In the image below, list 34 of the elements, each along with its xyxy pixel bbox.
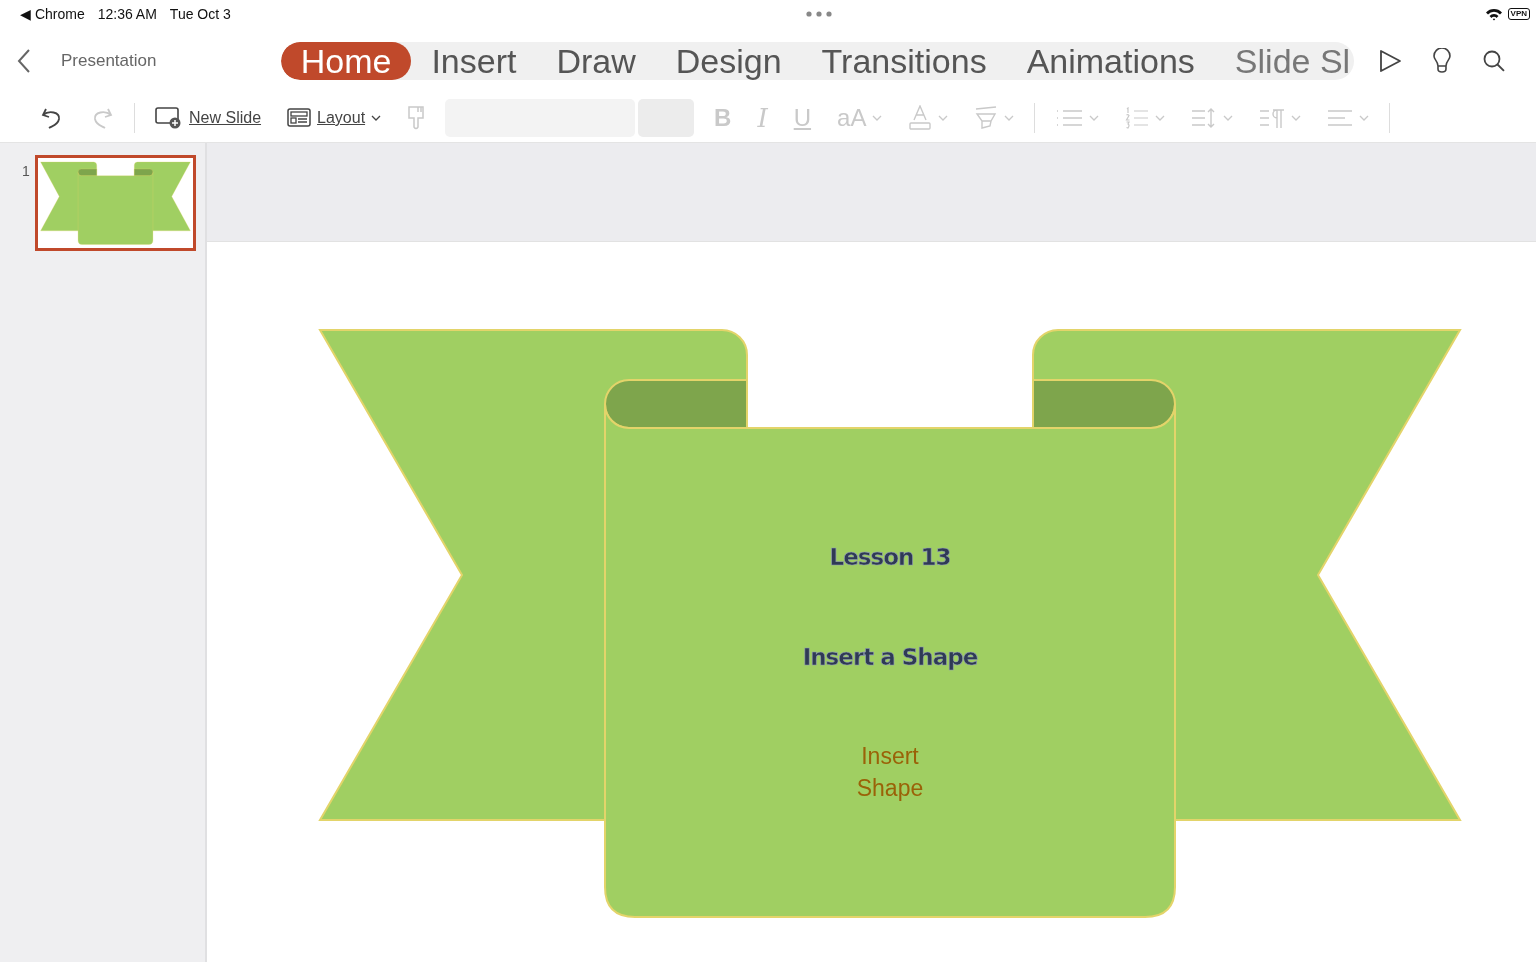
wifi-icon xyxy=(1484,7,1503,21)
lightbulb-icon[interactable] xyxy=(1432,48,1453,74)
slide-number: 1 xyxy=(22,163,30,179)
ribbon-tab[interactable]: Home xyxy=(280,42,412,80)
subtitle-text: Insert a Shape xyxy=(801,644,979,670)
align-left-icon xyxy=(1327,109,1354,127)
ribbon-tab[interactable]: Draw xyxy=(536,42,656,80)
layout-icon xyxy=(287,108,312,128)
more-icon[interactable] xyxy=(806,11,832,17)
status-date: Tue Oct 3 xyxy=(169,6,231,22)
status-time: 12:36 AM xyxy=(97,6,157,22)
new-slide-button[interactable]: New Slide xyxy=(149,103,268,133)
back-to-app-link[interactable]: ◀ Chrome xyxy=(20,6,85,22)
highlighter-icon xyxy=(974,105,999,131)
numbered-list-icon xyxy=(1125,107,1150,129)
new-slide-icon xyxy=(155,107,183,129)
ribbon-tab[interactable]: Transitions xyxy=(801,42,1007,80)
ribbon-tab[interactable]: Design xyxy=(655,42,802,80)
ribbon-tab[interactable]: Slide Sl xyxy=(1214,42,1355,80)
paintbrush-icon xyxy=(407,105,426,131)
slide-thumbnail[interactable] xyxy=(34,155,196,251)
font-color-icon xyxy=(908,105,933,131)
document-title: Presentation xyxy=(61,51,158,71)
paragraph-icon xyxy=(1259,107,1286,129)
search-icon[interactable] xyxy=(1482,49,1506,73)
ribbon-tab[interactable]: Insert xyxy=(411,42,537,80)
title-text: Lesson 13 xyxy=(828,544,952,570)
body-text: Insert Shape xyxy=(855,742,925,803)
layout-button[interactable]: Layout xyxy=(281,104,388,132)
bulleted-list-icon xyxy=(1055,108,1084,128)
play-icon[interactable] xyxy=(1378,49,1403,73)
vpn-badge: VPN xyxy=(1507,8,1530,20)
ribbon-tab[interactable]: Animations xyxy=(1006,42,1215,80)
back-icon[interactable] xyxy=(17,48,31,74)
